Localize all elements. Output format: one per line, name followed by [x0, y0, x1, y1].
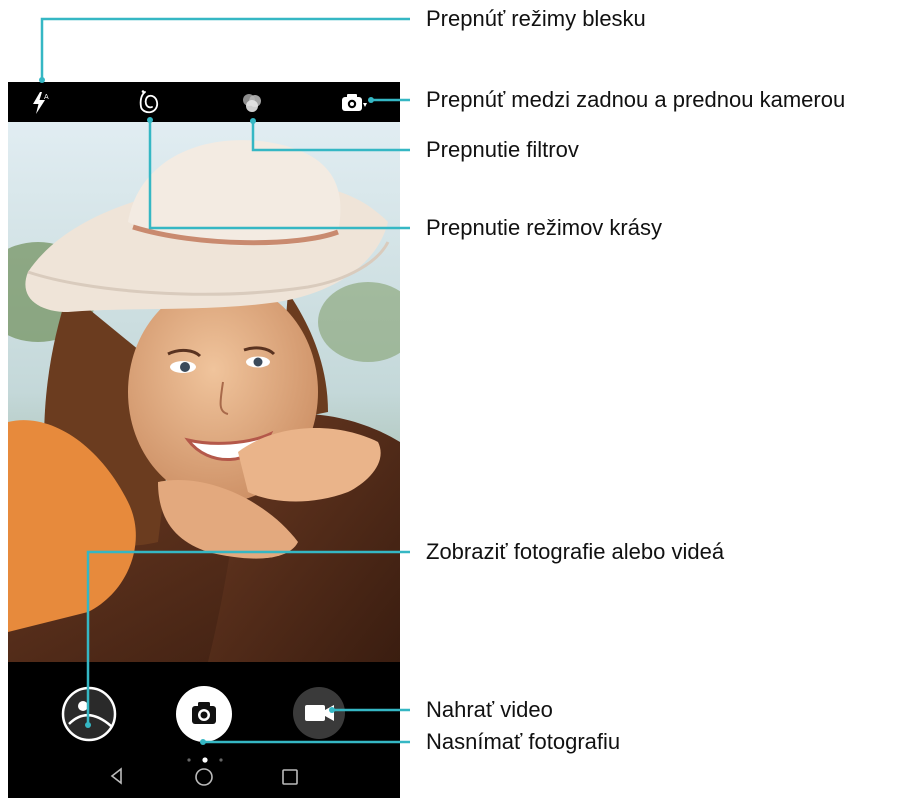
callout-lines — [39, 17, 410, 745]
label-record-video: Nahrať video — [426, 697, 553, 722]
label-switch-camera: Prepnúť medzi zadnou a prednou kamerou — [426, 87, 846, 112]
label-beauty-modes: Prepnutie režimov krásy — [426, 215, 662, 240]
label-gallery: Zobraziť fotografie alebo videá — [426, 539, 725, 564]
label-take-photo: Nasnímať fotografiu — [426, 729, 621, 754]
label-flash-modes: Prepnúť režimy blesku — [426, 6, 646, 31]
label-filters: Prepnutie filtrov — [426, 137, 579, 162]
